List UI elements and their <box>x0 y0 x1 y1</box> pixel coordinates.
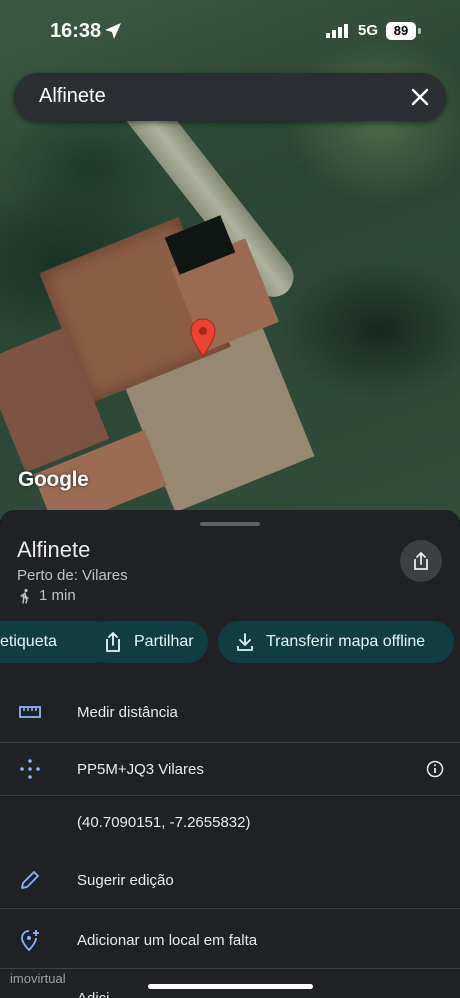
drag-handle[interactable] <box>200 522 260 526</box>
share-button[interactable] <box>400 540 442 582</box>
download-chip-text: Transferir mapa offline <box>266 633 426 650</box>
next-row-partial: Adici <box>77 990 110 998</box>
share-icon <box>106 631 120 652</box>
plus-code-icon <box>18 757 42 781</box>
screen: Google 16:38 5G 89 Alfinete Alfinete Per… <box>0 0 460 998</box>
walk-time: 1 min <box>17 587 76 604</box>
place-sheet: Alfinete Perto de: Vilares 1 min etiquet… <box>0 510 460 998</box>
share-chip-text: Partilhar <box>134 633 194 650</box>
search-bar[interactable]: Alfinete <box>14 73 446 121</box>
search-query[interactable]: Alfinete <box>39 85 106 108</box>
location-pin-icon[interactable] <box>189 318 217 358</box>
divider <box>0 908 460 909</box>
walking-icon <box>20 588 29 604</box>
suggest-edit-row[interactable]: Sugerir edição <box>0 854 460 906</box>
add-missing-place-label: Adicionar um local em falta <box>77 931 258 949</box>
suggest-edit-label: Sugerir edição <box>77 871 174 889</box>
place-nearby: Perto de: Vilares <box>17 567 128 584</box>
signal-icon <box>326 24 348 38</box>
label-chip-text: etiqueta <box>0 633 57 650</box>
network-type: 5G <box>358 22 379 39</box>
download-offline-chip[interactable]: Transferir mapa offline <box>218 621 454 663</box>
battery-icon: 89 <box>386 22 416 40</box>
battery-tip <box>418 28 421 34</box>
status-time: 16:38 <box>50 20 102 42</box>
pencil-icon <box>18 868 42 892</box>
divider <box>0 968 460 969</box>
share-chip[interactable]: Partilhar <box>86 621 208 663</box>
close-icon[interactable] <box>408 85 432 109</box>
walk-time-label: 1 min <box>39 587 76 604</box>
plus-code-row[interactable]: PP5M+JQ3 Vilares <box>0 743 460 795</box>
plus-code-label: PP5M+JQ3 Vilares <box>77 760 204 778</box>
measure-distance-row[interactable]: Medir distância <box>0 686 460 738</box>
measure-distance-label: Medir distância <box>77 703 178 721</box>
place-title: Alfinete <box>17 537 91 562</box>
share-icon <box>414 551 428 570</box>
info-icon[interactable] <box>426 760 444 778</box>
home-indicator[interactable] <box>148 984 313 989</box>
status-bar: 16:38 5G 89 <box>0 0 460 60</box>
google-logo: Google <box>18 468 89 491</box>
coordinates-label: (40.7090151, -7.2655832) <box>77 813 251 831</box>
coordinates-row[interactable]: (40.7090151, -7.2655832) <box>0 796 460 848</box>
action-chips: etiqueta Partilhar Transferir mapa offli… <box>0 621 460 665</box>
ruler-icon <box>18 700 42 724</box>
watermark: imovirtual <box>10 971 66 986</box>
download-icon <box>237 633 253 651</box>
add-missing-place-row[interactable]: Adicionar um local em falta <box>0 914 460 966</box>
add-place-icon <box>18 928 42 952</box>
location-arrow-icon <box>105 23 121 39</box>
